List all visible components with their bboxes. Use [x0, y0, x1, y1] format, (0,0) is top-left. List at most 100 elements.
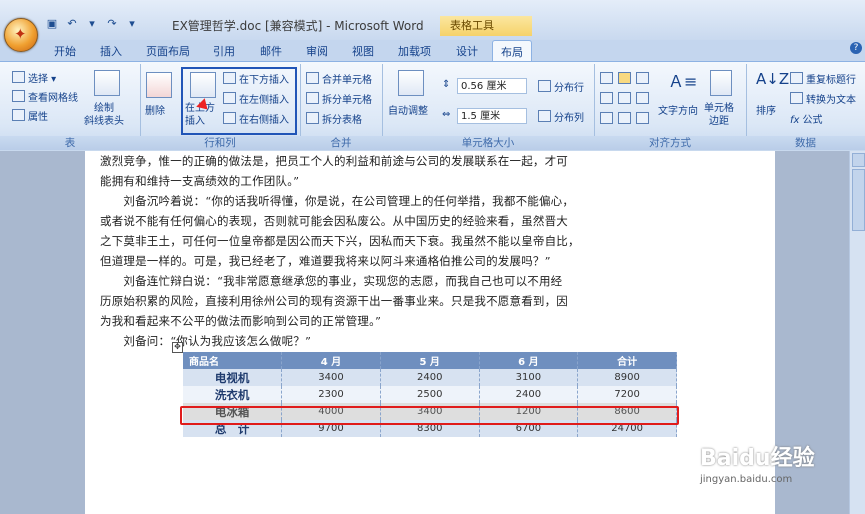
split-table-button[interactable]: 拆分表格: [306, 111, 362, 126]
tab-review[interactable]: 审阅: [306, 43, 328, 59]
header-cell[interactable]: 5 月: [380, 352, 480, 369]
text-line: 激烈竞争，惟一的正确的做法是，把员工个人的利益和前途与公司的发展联系在一起，才可: [100, 154, 568, 168]
highlight-annotation-box: [180, 406, 679, 425]
tab-home[interactable]: 开始: [54, 43, 76, 59]
header-cell[interactable]: 商品名: [183, 352, 283, 369]
formula-button[interactable]: fx 公式: [790, 111, 822, 126]
document-body[interactable]: 激烈竞争，惟一的正确的做法是，把员工个人的利益和前途与公司的发展联系在一起，才可…: [100, 151, 590, 351]
redo-icon[interactable]: ↷: [104, 17, 120, 31]
text-line: 之下莫非王土，可任何一位皇帝都是因公而天下兴，因私而天下衰。我虽然不能以皇帝自比…: [100, 234, 580, 248]
save-icon[interactable]: ▣: [44, 17, 60, 31]
text-line: 刘备连忙辩白说：“我非常愿意继承您的事业，实现您的志愿，而我自己也可以不用经: [100, 274, 563, 288]
repeat-header-button[interactable]: 重复标题行: [790, 71, 856, 86]
help-icon[interactable]: ?: [850, 42, 862, 54]
distribute-cols-button[interactable]: 分布列: [538, 109, 584, 124]
alignment-grid[interactable]: [600, 70, 654, 130]
draw-diagonal-header-button[interactable]: 绘制 斜线表头: [84, 102, 124, 128]
table-header-row: 商品名 4 月 5 月 6 月 合计: [183, 352, 677, 369]
properties-icon: [12, 109, 25, 121]
text-direction-icon: Ａ≡: [668, 72, 698, 91]
distribute-rows-icon: [538, 80, 551, 92]
table-group-label: 表: [0, 136, 140, 150]
distribute-rows-button[interactable]: 分布行: [538, 79, 584, 94]
tab-addins[interactable]: 加载项: [398, 43, 431, 59]
text-line: 但道理是一样的。可是，我已经老了，难道要我将来以阿斗来通格伯推公司的发展吗？”: [100, 254, 551, 268]
header-cell[interactable]: 6 月: [479, 352, 579, 369]
sort-icon: A↓Z: [756, 70, 790, 88]
dropdown-icon[interactable]: ▾: [84, 17, 100, 31]
row-height-input[interactable]: 0.56 厘米: [457, 78, 527, 94]
tab-insert[interactable]: 插入: [100, 43, 122, 59]
rows-columns-label: 行和列: [140, 136, 300, 150]
text-line: 为我和看起来不公平的做法而影响到公司的正常管理。”: [100, 314, 382, 328]
table-cell[interactable]: 2400: [380, 369, 480, 386]
split-cells-button[interactable]: 拆分单元格: [306, 91, 372, 106]
table-cell[interactable]: 8900: [577, 369, 677, 386]
cell-margins-icon: [710, 70, 732, 96]
table-row: 电视机 3400 2400 3100 8900: [183, 369, 677, 386]
tab-design[interactable]: 设计: [456, 43, 478, 59]
table-cell[interactable]: 洗衣机: [183, 386, 283, 403]
scroll-thumb[interactable]: [852, 169, 865, 231]
insert-right-icon: [223, 112, 236, 124]
table-cell[interactable]: 2300: [281, 386, 381, 403]
cell-size-group: 自动调整 ⇕ 0.56 厘米 ⇔ 1.5 厘米 分布行 分布列 单元格大小: [382, 64, 595, 150]
insert-left-button[interactable]: 在左侧插入: [223, 91, 289, 106]
header-cell[interactable]: 4 月: [281, 352, 381, 369]
quick-access-toolbar: ▣ ↶ ▾ ↷ ▾: [44, 17, 140, 31]
tab-references[interactable]: 引用: [213, 43, 235, 59]
tab-page-layout[interactable]: 页面布局: [146, 43, 190, 59]
insert-right-button[interactable]: 在右侧插入: [223, 111, 289, 126]
header-cell[interactable]: 合计: [577, 352, 677, 369]
convert-text-icon: [790, 92, 803, 104]
watermark: Baidu经验 jingyan.baidu.com: [700, 440, 815, 485]
watermark-url: jingyan.baidu.com: [700, 474, 793, 485]
delete-icon: [146, 72, 172, 98]
split-cells-icon: [306, 92, 319, 104]
view-gridlines-button[interactable]: 查看网格线: [12, 89, 78, 104]
formula-icon: fx: [790, 115, 800, 126]
table-row: 洗衣机 2300 2500 2400 7200: [183, 386, 677, 403]
data-group-label: 数据: [746, 136, 865, 150]
distribute-cols-icon: [538, 110, 551, 122]
select-button[interactable]: 选择 ▾: [12, 70, 56, 85]
row-height-icon: ⇕: [442, 79, 451, 90]
text-line: 历原始积累的风险，直接利用徐州公司的现有资源干出一番事业来。只是我不愿意看到，因: [100, 294, 568, 308]
split-table-icon: [306, 112, 319, 124]
ribbon-tabs: 开始 插入 页面布局 引用 邮件 审阅 视图 加载项 设计 布局 ?: [0, 40, 865, 62]
merge-cells-button[interactable]: 合并单元格: [306, 71, 372, 86]
insert-above-icon: [190, 72, 216, 98]
table-cell[interactable]: 2400: [479, 386, 579, 403]
table-cell[interactable]: 电视机: [183, 369, 283, 386]
insert-below-button[interactable]: 在下方插入: [223, 71, 289, 86]
sort-button[interactable]: 排序: [756, 102, 776, 117]
alignment-group: Ａ≡ 文字方向 单元格 边距 对齐方式: [594, 64, 747, 150]
repeat-header-icon: [790, 72, 803, 84]
rows-columns-group: 删除 在上方 插入 在下方插入 在左侧插入 在右侧插入 行和列: [140, 64, 301, 150]
properties-button[interactable]: 属性: [12, 108, 48, 123]
cell-margins-button[interactable]: 单元格 边距: [704, 102, 734, 128]
text-line: 刘备沉吟着说：“你的话我听得懂，你是说，在公司管理上的任何举措，我都不能偏心，: [100, 194, 575, 208]
table-cell[interactable]: 3400: [281, 369, 381, 386]
table-cell[interactable]: 7200: [577, 386, 677, 403]
scroll-up-icon[interactable]: [852, 153, 865, 167]
undo-icon[interactable]: ↶: [64, 17, 80, 31]
alignment-label: 对齐方式: [594, 136, 746, 150]
tab-mailings[interactable]: 邮件: [260, 43, 282, 59]
vertical-scrollbar[interactable]: [849, 151, 865, 514]
table-move-handle[interactable]: ✥: [172, 342, 183, 353]
tab-view[interactable]: 视图: [352, 43, 374, 59]
autofit-button[interactable]: 自动调整: [388, 102, 428, 117]
convert-to-text-button[interactable]: 转换为文本: [790, 91, 856, 106]
tab-layout[interactable]: 布局: [492, 40, 532, 62]
delete-button[interactable]: 删除: [145, 102, 165, 117]
text-line: 能拥有和维持一支高绩效的工作团队。”: [100, 174, 300, 188]
column-width-input[interactable]: 1.5 厘米: [457, 108, 527, 124]
watermark-brand: Baidu经验: [700, 446, 815, 471]
text-direction-button[interactable]: 文字方向: [658, 102, 698, 117]
office-button[interactable]: ✦: [4, 18, 38, 52]
merge-group-label: 合并: [300, 136, 382, 150]
table-cell[interactable]: 2500: [380, 386, 480, 403]
table-cell[interactable]: 3100: [479, 369, 579, 386]
customize-qat-icon[interactable]: ▾: [124, 17, 140, 31]
